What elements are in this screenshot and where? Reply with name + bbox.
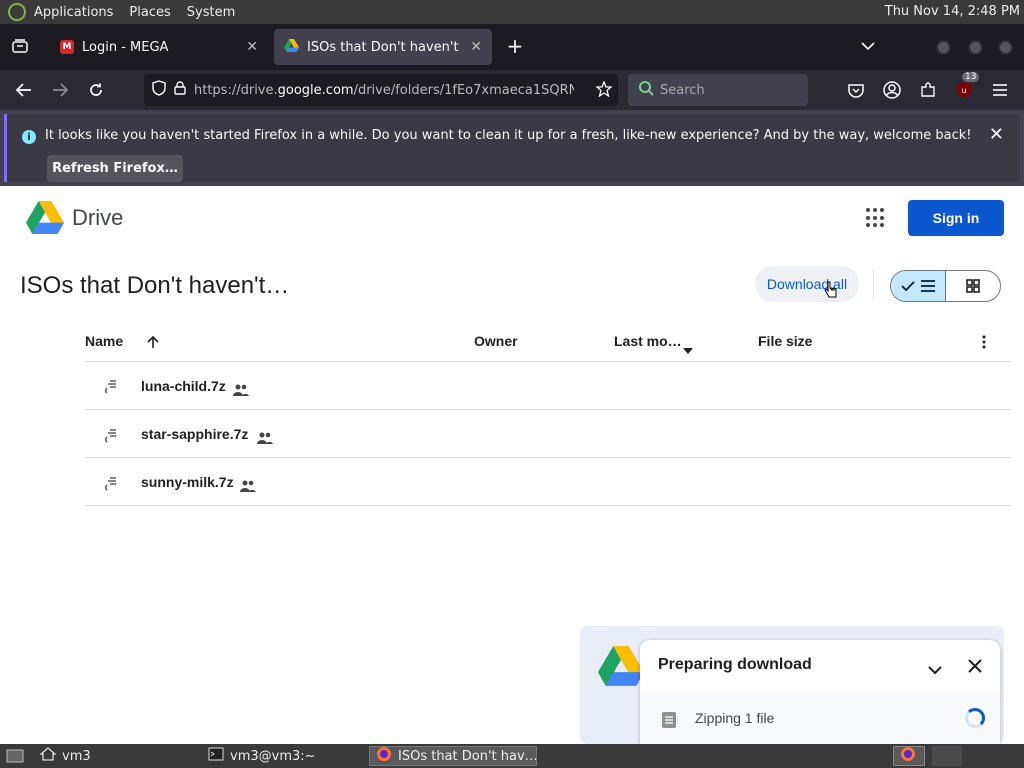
zipping-status: Zipping 1 file: [695, 710, 775, 726]
taskbar-item-vm3[interactable]: vm3: [34, 746, 97, 766]
new-tab-icon[interactable]: +: [503, 34, 527, 58]
folder-title: ISOs that Don't haven't…: [20, 272, 290, 299]
refresh-firefox-notification: i It looks like you haven't started Fire…: [0, 110, 1024, 186]
archive-file-icon: [104, 428, 118, 443]
archive-file-icon: [104, 476, 118, 491]
sort-ascending-arrow-icon[interactable]: [146, 334, 160, 353]
bookmark-star-icon[interactable]: [595, 80, 613, 101]
workspace-switcher[interactable]: [893, 746, 925, 766]
terminal-icon: [208, 747, 224, 765]
shared-people-icon: [257, 429, 273, 444]
column-header-name[interactable]: Name: [85, 333, 123, 349]
file-name[interactable]: star-sapphire.7z: [141, 426, 248, 442]
places-menu[interactable]: Places: [121, 5, 178, 20]
reload-icon[interactable]: [84, 78, 108, 102]
checkmark-icon: [901, 281, 915, 291]
pocket-icon[interactable]: [844, 78, 868, 102]
shared-people-icon: [233, 381, 249, 396]
column-header-file-size[interactable]: File size: [758, 333, 812, 349]
applications-menu[interactable]: Applications: [26, 5, 121, 20]
workspace-2[interactable]: [932, 746, 962, 766]
minimize-window-button[interactable]: [936, 40, 951, 55]
drive-brand-text[interactable]: Drive: [72, 205, 123, 231]
show-desktop-icon[interactable]: [0, 746, 30, 766]
drive-page: Drive Sign in ISOs that Don't haven't… D…: [0, 186, 1024, 744]
close-tab-icon[interactable]: ✕: [246, 39, 258, 55]
preparing-download-dialog: Preparing download Zipping 1 file: [640, 640, 1000, 744]
close-tab-icon[interactable]: ✕: [470, 39, 482, 55]
grid-view-button[interactable]: [946, 271, 1000, 301]
firefox-icon: [900, 746, 916, 766]
google-drive-logo-icon[interactable]: [26, 201, 64, 238]
download-all-button[interactable]: Download all: [755, 266, 859, 302]
more-options-icon[interactable]: [980, 334, 988, 353]
clock[interactable]: Thu Nov 14, 2:48 PM: [885, 4, 1020, 19]
distro-logo-icon[interactable]: [8, 3, 26, 21]
tab-title: ISOs that Don't haven't been: [307, 39, 462, 55]
column-header-last-modified[interactable]: Last mo…: [614, 333, 682, 349]
url-text: https://drive.google.com/drive/folders/1…: [194, 82, 574, 98]
top-panel: Applications Places System ⋮ Thu Nov 14,…: [0, 0, 1024, 24]
url-bar[interactable]: https://drive.google.com/drive/folders/1…: [144, 74, 618, 106]
taskbar-item-terminal[interactable]: vm3@vm3:~: [202, 746, 322, 766]
collapse-chevron-icon[interactable]: [928, 660, 942, 679]
lock-icon[interactable]: [174, 81, 186, 99]
nav-toolbar: https://drive.google.com/drive/folders/1…: [0, 70, 1024, 110]
maximize-window-button[interactable]: [968, 40, 983, 55]
shared-people-icon: [240, 477, 256, 492]
google-apps-icon[interactable]: [866, 208, 886, 228]
file-name[interactable]: luna-child.7z: [141, 378, 226, 394]
home-folder-icon: [39, 747, 57, 765]
svg-text:u: u: [961, 86, 966, 95]
dropdown-arrow-icon[interactable]: [683, 339, 693, 358]
close-notification-icon[interactable]: ✕: [989, 124, 1004, 145]
search-engine-icon[interactable]: [638, 80, 654, 100]
toolbar-divider: [873, 269, 874, 299]
hamburger-menu-icon[interactable]: [988, 78, 1012, 102]
file-document-icon: [662, 712, 676, 732]
close-window-button[interactable]: [998, 40, 1013, 55]
loading-spinner-icon: [965, 708, 985, 728]
account-icon[interactable]: [880, 78, 904, 102]
tracking-shield-icon[interactable]: [152, 80, 166, 100]
back-icon[interactable]: [12, 78, 36, 102]
column-header-owner[interactable]: Owner: [474, 333, 518, 349]
refresh-firefox-button[interactable]: Refresh Firefox…: [47, 155, 183, 182]
ublock-origin-icon[interactable]: u 13: [952, 72, 980, 102]
extensions-puzzle-icon[interactable]: [916, 78, 940, 102]
close-icon[interactable]: [968, 658, 982, 677]
dialog-title: Preparing download: [658, 656, 812, 673]
forward-icon[interactable]: [48, 78, 72, 102]
mega-icon: M: [60, 40, 74, 54]
tab-title: Login - MEGA: [82, 39, 169, 55]
taskbar-item-firefox[interactable]: ISOs that Don't hav…: [369, 746, 538, 766]
tab-isos-drive[interactable]: ISOs that Don't haven't been ✕: [274, 29, 492, 65]
sign-in-button[interactable]: Sign in: [908, 200, 1004, 236]
list-icon: [921, 280, 935, 292]
search-field[interactable]: Search: [628, 74, 808, 106]
list-all-tabs-icon[interactable]: [856, 34, 880, 58]
bottom-taskbar: vm3 vm3@vm3:~ ISOs that Don't hav…: [0, 744, 1024, 768]
list-view-button[interactable]: [891, 271, 946, 301]
grid-icon: [966, 279, 980, 293]
tab-overview-icon[interactable]: [8, 34, 32, 58]
row-divider: [85, 505, 1011, 506]
google-drive-logo-icon: [598, 646, 644, 690]
download-progress-row: [640, 692, 1000, 744]
tab-login-mega[interactable]: M Login - MEGA ✕: [50, 29, 268, 65]
archive-file-icon: [104, 379, 118, 394]
notification-box: i It looks like you haven't started Fire…: [4, 114, 1020, 182]
view-toggle: [890, 270, 1001, 302]
system-menu[interactable]: System: [179, 5, 243, 20]
info-icon: i: [22, 130, 36, 144]
google-drive-icon: [284, 38, 299, 56]
firefox-icon: [376, 746, 392, 766]
extension-badge: 13: [962, 72, 980, 82]
hand-cursor-icon: [823, 281, 839, 303]
tab-strip: M Login - MEGA ✕ ISOs that Don't haven't…: [0, 24, 1024, 70]
notification-message: It looks like you haven't started Firefo…: [45, 128, 972, 143]
file-name[interactable]: sunny-milk.7z: [141, 474, 234, 490]
search-placeholder: Search: [660, 82, 705, 98]
